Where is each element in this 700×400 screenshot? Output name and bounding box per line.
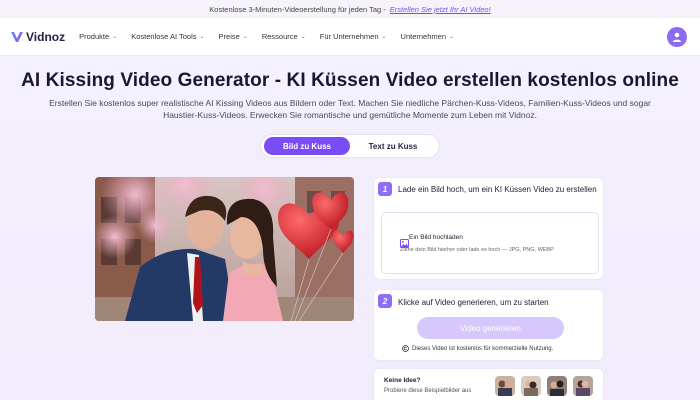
chevron-down-icon: ⌄	[381, 34, 387, 40]
step-2-card: 2 Klicke auf Video generieren, um zu sta…	[373, 289, 604, 361]
nav-item-preise[interactable]: Preise ⌄	[219, 32, 248, 41]
vidnoz-logo-icon	[10, 30, 24, 44]
tab-text-zu-kuss[interactable]: Text zu Kuss	[350, 137, 436, 155]
example-thumbnail-2[interactable]	[521, 376, 541, 396]
logo[interactable]: Vidnoz	[10, 30, 65, 44]
ideas-title: Keine Idee?	[384, 377, 421, 384]
nav-item-label: Preise	[218, 32, 240, 41]
chevron-down-icon: ⌄	[449, 34, 455, 40]
promo-banner: Kostenlose 3-Minuten-Videoerstellung für…	[0, 0, 700, 18]
nav-item-label: Kostenlose AI Tools	[131, 32, 197, 41]
chevron-down-icon: ⌄	[199, 34, 205, 40]
nav-item-label: Produkte	[79, 32, 110, 41]
example-thumbnail-4[interactable]	[573, 376, 593, 396]
upload-dropzone[interactable]: Ein Bild hochladen Ziehe dein Bild hierh…	[381, 212, 599, 274]
nav-item-label: Für Unternehmen	[319, 32, 379, 41]
step-1-title: Lade ein Bild hoch, um ein KI Küssen Vid…	[398, 185, 597, 194]
user-icon	[672, 32, 682, 42]
copyright-icon	[402, 345, 409, 352]
example-thumbnail-1[interactable]	[495, 376, 515, 396]
page-subtitle: Erstellen Sie kostenlos super realistisc…	[49, 98, 651, 120]
free-note-text: Dieses Video ist kostenlos für kommerzie…	[412, 345, 554, 352]
chevron-down-icon: ⌄	[242, 34, 248, 40]
chevron-down-icon: ⌄	[112, 34, 118, 40]
nav-item-kostenlose-ai-tools[interactable]: Kostenlose AI Tools ⌄	[131, 32, 204, 41]
logo-text: Vidnoz	[26, 29, 66, 44]
example-ideas-card: Keine Idee? Probiere diese Beispielbilde…	[373, 368, 604, 400]
nav-item-label: Ressource	[261, 32, 298, 41]
top-navigation: Vidnoz Produkte ⌄ Kostenlose AI Tools ⌄ Pr…	[0, 18, 700, 56]
promo-text: Kostenlose 3-Minuten-Videoerstellung für…	[209, 4, 386, 14]
ideas-text: Probiere diese Beispielbilder aus	[384, 388, 472, 394]
nav-item-unternehmen[interactable]: Unternehmen ⌄	[401, 32, 454, 41]
step-2-title: Klicke auf Video generieren, um zu start…	[398, 298, 549, 307]
upload-hint: Ziehe dein Bild hierher oder lade es hoc…	[400, 247, 554, 253]
example-thumbnail-3[interactable]	[547, 376, 567, 396]
nav-item-label: Unternehmen	[400, 32, 446, 41]
nav-item-produkte[interactable]: Produkte ⌄	[79, 32, 117, 41]
mode-tabs: Bild zu Kuss Text zu Kuss	[260, 134, 440, 158]
example-couple-image	[95, 177, 354, 321]
step-2-badge: 2	[378, 294, 392, 308]
generate-video-button[interactable]: Video generieren	[417, 317, 564, 339]
chevron-down-icon: ⌄	[300, 34, 306, 40]
nav-item-fur-unternehmen[interactable]: Für Unternehmen ⌄	[320, 32, 387, 41]
user-avatar[interactable]	[667, 27, 687, 47]
step-1-badge: 1	[378, 182, 392, 196]
free-commercial-note: Dieses Video ist kostenlos für kommerzie…	[402, 345, 553, 352]
page-title: AI Kissing Video Generator - KI Küssen V…	[21, 70, 679, 91]
tab-bild-zu-kuss[interactable]: Bild zu Kuss	[264, 137, 350, 155]
promo-link[interactable]: Erstellen Sie jetzt Ihr AI Video!	[390, 5, 491, 14]
nav-menu: Produkte ⌄ Kostenlose AI Tools ⌄ Preise ⌄ R…	[79, 32, 454, 41]
upload-title: Ein Bild hochladen	[409, 234, 463, 241]
step-1-card: 1 Lade ein Bild hoch, um ein KI Küssen V…	[373, 177, 604, 280]
nav-item-ressource[interactable]: Ressource ⌄	[262, 32, 306, 41]
